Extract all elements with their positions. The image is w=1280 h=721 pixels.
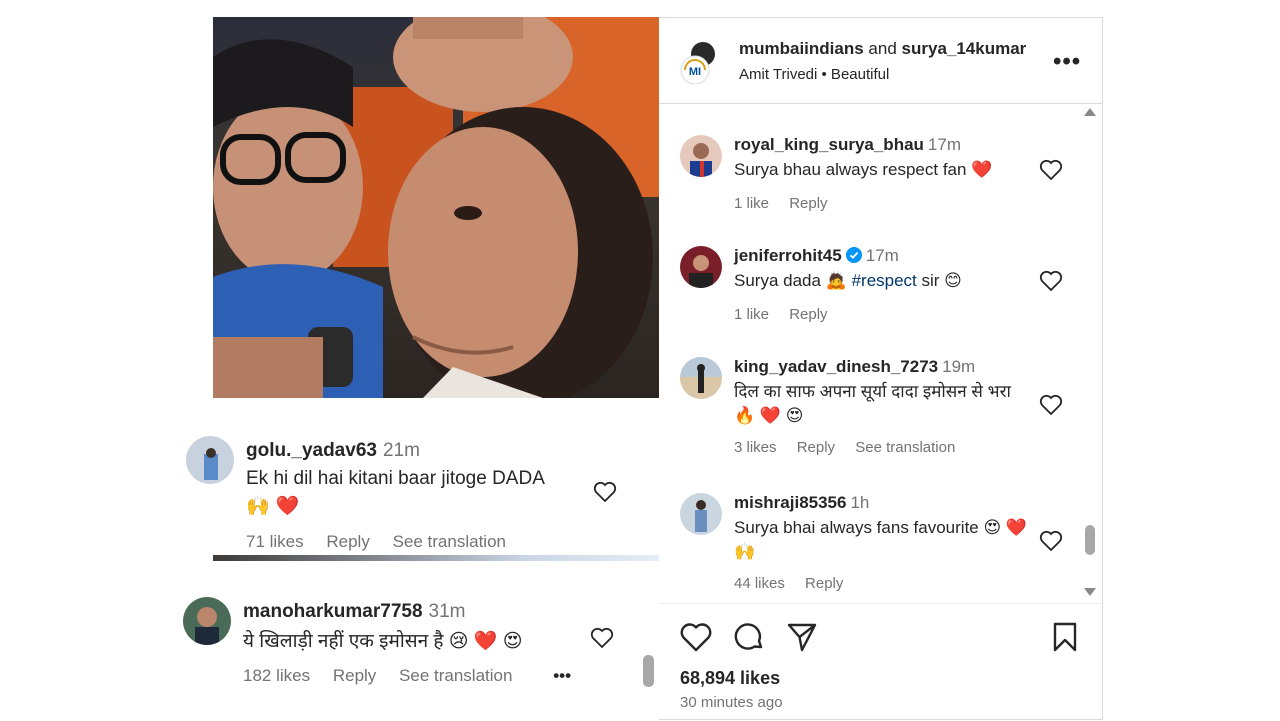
comment-meta: 44 likes Reply xyxy=(734,575,859,592)
svg-text:MI: MI xyxy=(689,66,701,78)
comment-item: mishraji85356 1h Surya bhai always fans f… xyxy=(659,493,1079,603)
comment-text: Surya bhau always respect fan ❤️ xyxy=(734,160,993,179)
scroll-down-arrow-icon[interactable] xyxy=(1084,588,1096,596)
media-strip xyxy=(213,555,659,561)
comment-text-part: sir 😊 xyxy=(916,271,962,290)
commenter-avatar[interactable] xyxy=(186,436,234,484)
comment-username[interactable]: mishraji85356 1h xyxy=(734,493,869,513)
scrollbar-thumb[interactable] xyxy=(643,655,654,687)
post-media-image xyxy=(213,17,659,398)
comment-likes[interactable]: 1 like xyxy=(734,306,769,323)
comment-meta: 1 like Reply xyxy=(734,195,844,212)
mumbai-indians-logo-icon[interactable]: MI xyxy=(679,40,717,84)
commenter-avatar[interactable] xyxy=(680,135,722,177)
reply-button[interactable]: Reply xyxy=(333,666,376,685)
like-comment-heart-icon[interactable] xyxy=(1039,530,1063,552)
comment-likes[interactable]: 182 likes xyxy=(243,666,310,685)
comment-likes[interactable]: 44 likes xyxy=(734,575,785,592)
comment-likes[interactable]: 1 like xyxy=(734,195,769,212)
comment-item: royal_king_surya_bhau 17m Surya bhau alwa… xyxy=(659,135,1079,225)
collaborator-username[interactable]: surya_14kumar xyxy=(902,39,1027,58)
post-likes-count[interactable]: 68,894 likes xyxy=(680,668,780,689)
overlay-comment: manoharkumar7758 31m ये खिलाड़ी नहीं एक इ… xyxy=(183,597,643,697)
commenter-avatar[interactable] xyxy=(680,493,722,535)
comment-meta: 3 likes Reply See translation xyxy=(734,439,971,456)
share-icon[interactable] xyxy=(785,620,819,654)
comment-time: 19m xyxy=(942,357,976,376)
comment-text-part: Surya dada 🙇 xyxy=(734,271,852,290)
comment-likes[interactable]: 3 likes xyxy=(734,439,777,456)
comment-icon[interactable] xyxy=(732,620,766,654)
comment-text: Ek hi dil hai kitani baar jitoge DADA xyxy=(246,468,545,490)
commenter-avatar[interactable] xyxy=(680,246,722,288)
comment-time: 21m xyxy=(382,440,420,461)
comment-text-line: Ek hi dil hai kitani baar jitoge DADA xyxy=(246,468,545,489)
comment-emoji-line: 🙌 ❤️ xyxy=(246,495,300,517)
heart-icon[interactable] xyxy=(679,620,713,654)
audio-track[interactable]: Amit Trivedi • Beautiful xyxy=(739,66,889,83)
comment-item: jeniferrohit45 17m Surya dada 🙇 #respect … xyxy=(659,246,1079,336)
post-header: MI mumbaiindians and surya_14kumar Amit … xyxy=(659,18,1102,104)
see-translation-link[interactable]: See translation xyxy=(855,439,955,456)
reply-button[interactable]: Reply xyxy=(326,532,369,551)
reply-button[interactable]: Reply xyxy=(805,575,843,592)
comment-text: ये खिलाड़ी नहीं एक इमोसन है 😢 ❤️ 😍 xyxy=(243,631,523,652)
post-actions: 68,894 likes 30 minutes ago xyxy=(659,603,1102,721)
like-comment-heart-icon[interactable] xyxy=(1039,394,1063,416)
comment-time: 17m xyxy=(865,246,899,265)
comment-text: Surya bhai always fans favourite 😍 ❤️ 🙌 xyxy=(734,518,1028,561)
save-icon[interactable] xyxy=(1048,620,1082,654)
commenter-avatar[interactable] xyxy=(680,357,722,399)
comment-meta: 71 likes Reply See translation xyxy=(246,532,524,552)
comment-username[interactable]: royal_king_surya_bhau 17m xyxy=(734,135,961,155)
commenter-avatar[interactable] xyxy=(183,597,231,645)
comment-text: Surya dada 🙇 #respect sir 😊 xyxy=(734,269,1034,293)
more-options-icon[interactable]: ••• xyxy=(553,666,571,685)
scrollbar-thumb[interactable] xyxy=(1085,525,1095,555)
verified-icon xyxy=(845,247,862,263)
see-translation-link[interactable]: See translation xyxy=(399,666,512,685)
comment-item: king_yadav_dinesh_7273 19m दिल का साफ अपन… xyxy=(659,357,1079,467)
like-comment-heart-icon[interactable] xyxy=(1039,159,1063,181)
comment-username[interactable]: manoharkumar7758 31m xyxy=(243,601,466,623)
more-options-icon[interactable]: ••• xyxy=(1053,48,1081,76)
comment-likes[interactable]: 71 likes xyxy=(246,532,304,551)
like-comment-heart-icon[interactable] xyxy=(1039,270,1063,292)
comment-meta: 1 like Reply xyxy=(734,306,844,323)
comment-username[interactable]: king_yadav_dinesh_7273 19m xyxy=(734,357,975,377)
reply-button[interactable]: Reply xyxy=(797,439,835,456)
like-comment-heart-icon[interactable] xyxy=(593,481,617,503)
comment-time: 31m xyxy=(428,601,466,622)
scroll-up-arrow-icon[interactable] xyxy=(1084,108,1096,116)
reply-button[interactable]: Reply xyxy=(789,306,827,323)
comment-meta: 182 likes Reply See translation ••• xyxy=(243,666,589,686)
comment-text: दिल का साफ अपना सूर्या दादा इमोसन से भरा… xyxy=(734,382,1011,425)
post-timestamp: 30 minutes ago xyxy=(680,694,783,711)
comment-username[interactable]: golu._yadav63 21m xyxy=(246,440,420,462)
reply-button[interactable]: Reply xyxy=(789,195,827,212)
post-details-panel: MI mumbaiindians and surya_14kumar Amit … xyxy=(659,17,1103,720)
comment-username[interactable]: jeniferrohit45 17m xyxy=(734,246,899,266)
owner-connector: and xyxy=(868,39,897,58)
comments-scrollbar[interactable] xyxy=(1081,108,1097,598)
owner-username[interactable]: mumbaiindians xyxy=(739,39,864,58)
overlay-comment: golu._yadav63 21m Ek hi dil hai kitani ba… xyxy=(186,436,626,556)
comments-list[interactable]: royal_king_surya_bhau 17m Surya bhau alwa… xyxy=(659,105,1102,603)
hashtag-link[interactable]: #respect xyxy=(852,271,917,290)
comment-time: 17m xyxy=(927,135,961,154)
see-translation-link[interactable]: See translation xyxy=(393,532,506,551)
comment-time: 1h xyxy=(850,493,870,512)
like-comment-heart-icon[interactable] xyxy=(590,627,614,649)
post-owners: mumbaiindians and surya_14kumar xyxy=(739,39,1026,59)
